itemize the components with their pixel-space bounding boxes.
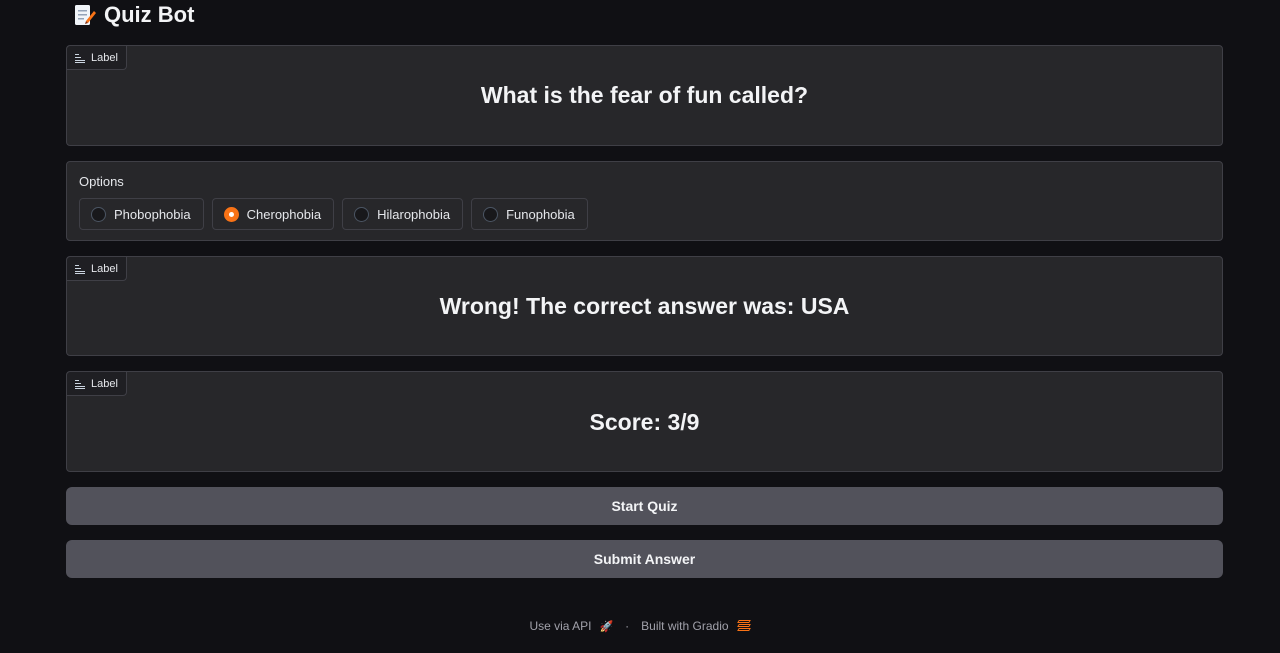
question-text: What is the fear of fun called? bbox=[480, 82, 809, 108]
options-label: Options bbox=[79, 174, 124, 189]
label-tag-text: Label bbox=[91, 262, 118, 275]
page-title: Quiz Bot bbox=[104, 2, 195, 27]
result-text: Wrong! The correct answer was: USA bbox=[439, 293, 850, 319]
option-label: Phobophobia bbox=[114, 206, 191, 222]
gradio-logo-icon bbox=[736, 620, 751, 632]
options-panel: Options Phobophobia Cherophobia Hilaroph… bbox=[66, 161, 1223, 241]
option-phobophobia[interactable]: Phobophobia bbox=[79, 198, 204, 230]
option-label: Cherophobia bbox=[246, 206, 322, 222]
label-tag-text: Label bbox=[91, 377, 118, 390]
footer-separator: · bbox=[625, 619, 630, 633]
option-cherophobia[interactable]: Cherophobia bbox=[211, 198, 335, 230]
label-icon bbox=[75, 379, 85, 389]
app-header: Quiz Bot bbox=[72, 0, 194, 30]
radio-circle[interactable] bbox=[91, 206, 106, 222]
footer: Use via API 🚀 · Built with Gradio bbox=[0, 619, 1280, 633]
rocket-icon: 🚀 bbox=[599, 620, 614, 633]
score-text: Score: 3/9 bbox=[589, 409, 700, 435]
memo-icon bbox=[72, 3, 96, 27]
option-hilarophobia[interactable]: Hilarophobia bbox=[342, 198, 464, 230]
radio-circle[interactable] bbox=[354, 206, 370, 222]
result-panel: Label Wrong! The correct answer was: USA bbox=[66, 256, 1223, 356]
label-icon bbox=[75, 264, 85, 274]
radio-circle[interactable] bbox=[483, 206, 499, 222]
submit-answer-button[interactable]: Submit Answer bbox=[66, 540, 1223, 578]
label-icon bbox=[75, 53, 85, 63]
label-tag: Label bbox=[67, 46, 127, 70]
start-quiz-button[interactable]: Start Quiz bbox=[66, 487, 1223, 525]
label-tag: Label bbox=[67, 372, 127, 396]
label-tag: Label bbox=[67, 257, 127, 281]
option-label: Hilarophobia bbox=[377, 206, 451, 222]
options-radio-group: Phobophobia Cherophobia Hilarophobia Fun… bbox=[79, 198, 588, 230]
option-funophobia[interactable]: Funophobia bbox=[471, 198, 588, 230]
radio-circle-selected[interactable] bbox=[223, 206, 239, 222]
score-panel: Label Score: 3/9 bbox=[66, 371, 1223, 472]
built-with-gradio-link[interactable]: Built with Gradio bbox=[641, 619, 728, 633]
option-label: Funophobia bbox=[506, 206, 575, 222]
question-panel: Label What is the fear of fun called? bbox=[66, 45, 1223, 146]
use-via-api-link[interactable]: Use via API bbox=[529, 619, 591, 633]
label-tag-text: Label bbox=[91, 51, 118, 64]
